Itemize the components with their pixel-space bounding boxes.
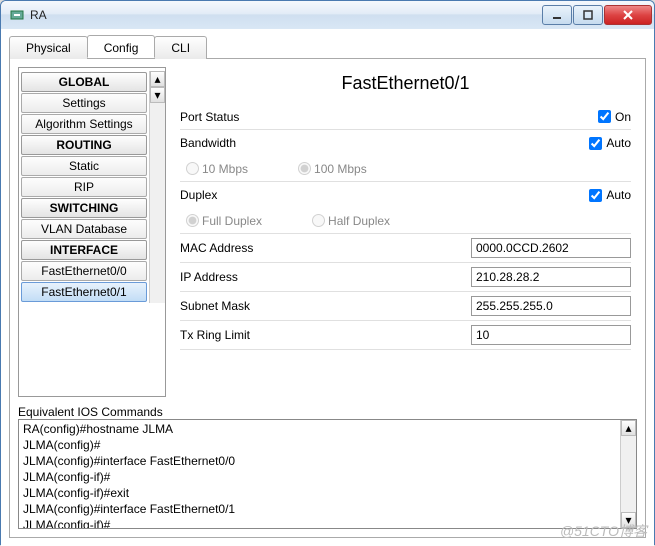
mask-label: Subnet Mask [180,299,330,313]
sidebar-item[interactable]: FastEthernet0/0 [21,261,147,281]
ip-input[interactable] [471,267,631,287]
bandwidth-auto-label: Auto [606,136,631,150]
tabstrip: Physical Config CLI [9,35,646,59]
app-icon [9,7,25,23]
duplex-auto-checkbox[interactable] [589,189,602,202]
interface-panel: FastEthernet0/1 Port Status On Bandwidth [174,67,637,397]
tab-config[interactable]: Config [87,35,156,58]
ip-label: IP Address [180,270,330,284]
mask-input[interactable] [471,296,631,316]
minimize-button[interactable] [542,5,572,25]
scroll-down-icon[interactable]: ▾ [150,87,165,103]
mac-label: MAC Address [180,241,330,255]
interface-title: FastEthernet0/1 [180,67,631,104]
ios-commands-label: Equivalent IOS Commands [18,405,637,419]
duplex-half-option[interactable]: Half Duplex [312,214,390,228]
sidebar-item[interactable]: Settings [21,93,147,113]
sidebar-item[interactable]: Algorithm Settings [21,114,147,134]
sidebar-item[interactable]: FastEthernet0/1 [21,282,147,302]
app-window: RA Physical Config CLI GLOBALSettingsAlg… [0,0,655,545]
sidebar-header[interactable]: INTERFACE [21,240,147,260]
bandwidth-label: Bandwidth [180,136,290,150]
txring-label: Tx Ring Limit [180,328,330,342]
tab-physical[interactable]: Physical [9,36,88,59]
ios-commands-textarea[interactable]: RA(config)#hostname JLMA JLMA(config)# J… [18,419,637,529]
sidebar-header[interactable]: ROUTING [21,135,147,155]
bandwidth-10-option[interactable]: 10 Mbps [186,162,248,176]
sidebar-item[interactable]: VLAN Database [21,219,147,239]
mac-input[interactable] [471,238,631,258]
sidebar: GLOBALSettingsAlgorithm SettingsROUTINGS… [18,67,166,397]
scroll-up-icon[interactable]: ▴ [150,71,165,87]
duplex-full-option[interactable]: Full Duplex [186,214,262,228]
window-title: RA [30,8,542,22]
sidebar-header[interactable]: SWITCHING [21,198,147,218]
txring-input[interactable] [471,325,631,345]
watermark: @51CTO博客 [560,521,647,541]
duplex-label: Duplex [180,188,290,202]
sidebar-item[interactable]: Static [21,156,147,176]
sidebar-item[interactable]: RIP [21,177,147,197]
bandwidth-100-option[interactable]: 100 Mbps [298,162,367,176]
tab-cli[interactable]: CLI [154,36,207,59]
ios-scrollbar[interactable]: ▴▾ [620,420,636,528]
sidebar-header[interactable]: GLOBAL [21,72,147,92]
close-button[interactable] [604,5,652,25]
port-status-label: Port Status [180,110,290,124]
maximize-button[interactable] [573,5,603,25]
port-status-checkbox[interactable] [598,110,611,123]
port-status-on-label: On [615,110,631,124]
sidebar-scrollbar[interactable]: ▴ ▾ [149,71,165,303]
duplex-auto-label: Auto [606,188,631,202]
scroll-up-icon[interactable]: ▴ [621,420,636,436]
tab-panel-config: GLOBALSettingsAlgorithm SettingsROUTINGS… [9,59,646,538]
titlebar[interactable]: RA [1,1,654,29]
content-area: Physical Config CLI GLOBALSettingsAlgori… [1,29,654,546]
bandwidth-auto-checkbox[interactable] [589,137,602,150]
